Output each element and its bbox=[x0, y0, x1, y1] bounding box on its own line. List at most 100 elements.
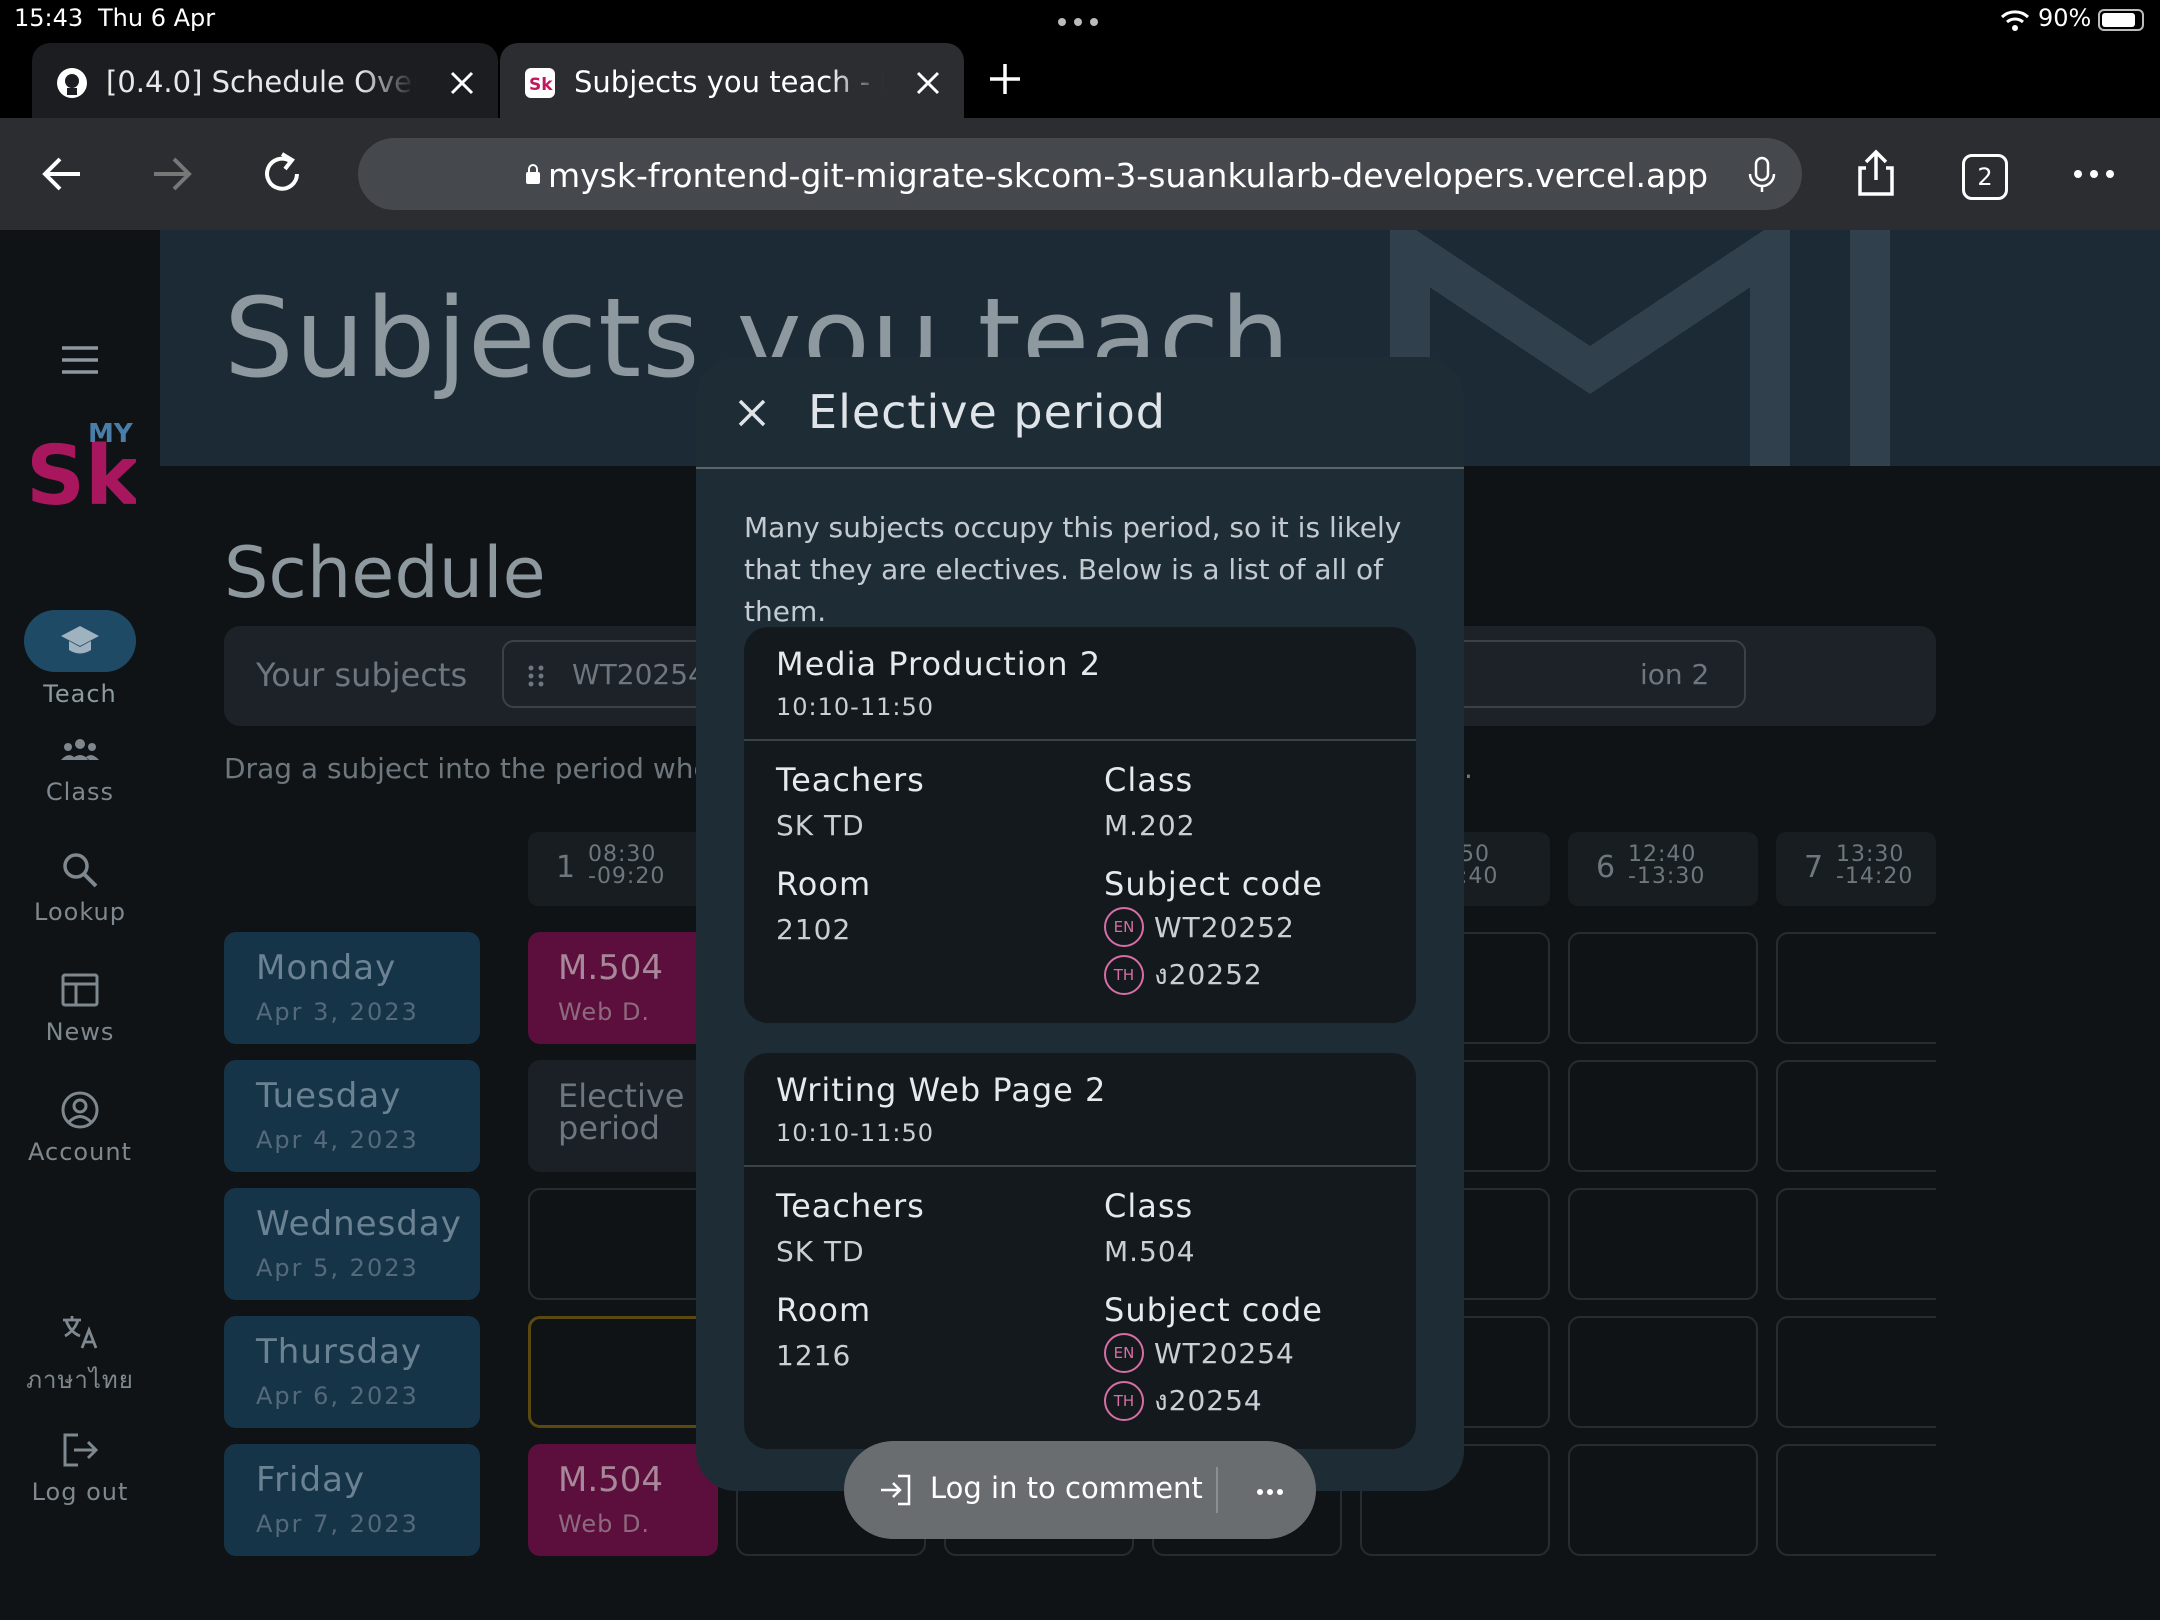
url-text: mysk-frontend-git-migrate-skcom-3-suanku… bbox=[548, 156, 1709, 195]
multitasking-dots-icon[interactable] bbox=[1058, 18, 1098, 26]
day-date: Apr 6, 2023 bbox=[256, 1382, 419, 1410]
search-icon bbox=[63, 853, 98, 888]
svg-text:Sk: Sk bbox=[529, 75, 553, 95]
dialog-header: Elective period bbox=[696, 357, 1464, 469]
helper-text-tail: . bbox=[1464, 752, 1473, 785]
groups-icon bbox=[61, 739, 99, 760]
tab-title: [0.4.0] Schedule Overhaul bbox=[106, 65, 416, 99]
period-header: 7 13:30 -14:20 bbox=[1776, 832, 1936, 906]
period-cell-empty[interactable] bbox=[1568, 1316, 1758, 1428]
rail-item-account[interactable]: Account bbox=[0, 1090, 160, 1166]
period-header: 1 08:30 -09:20 bbox=[528, 832, 718, 906]
rail-item-language[interactable]: ภาษาไทย bbox=[0, 1312, 160, 1399]
cell-subject: Web D. bbox=[558, 1510, 651, 1538]
class-label: Class bbox=[1104, 1187, 1194, 1225]
share-icon[interactable] bbox=[1850, 148, 1902, 200]
logout-icon bbox=[63, 1433, 99, 1467]
microphone-icon[interactable] bbox=[1740, 152, 1784, 196]
period-cell-current[interactable] bbox=[528, 1316, 718, 1428]
tab-count-button[interactable]: 2 bbox=[1962, 154, 2008, 200]
day-monday: Monday Apr 3, 2023 bbox=[224, 932, 480, 1044]
schedule-heading: Schedule bbox=[224, 532, 546, 614]
toolbar-separator bbox=[1216, 1467, 1218, 1513]
period-cell-empty[interactable] bbox=[1568, 932, 1758, 1044]
wifi-icon bbox=[2000, 10, 2030, 31]
status-bar: 15:43 Thu 6 Apr 90% bbox=[0, 0, 2160, 40]
status-date: Thu 6 Apr bbox=[98, 4, 216, 32]
room-label: Room bbox=[776, 865, 872, 903]
new-tab-plus-icon[interactable] bbox=[984, 58, 1026, 100]
elective-subject-card: Media Production 2 10:10-11:50 Teachers … bbox=[744, 627, 1416, 1023]
more-options-icon[interactable] bbox=[2068, 148, 2120, 200]
period-header: 6 12:40 -13:30 bbox=[1568, 832, 1758, 906]
more-options-icon[interactable] bbox=[1252, 1474, 1288, 1510]
subject-code-en: EN WT20252 bbox=[1104, 907, 1295, 947]
period-number: 1 bbox=[556, 850, 576, 885]
comment-toolbar: Log in to comment bbox=[844, 1441, 1316, 1539]
class-label: Class bbox=[1104, 761, 1194, 799]
teachers-value: SK TD bbox=[776, 809, 865, 842]
rail-item-lookup[interactable]: Lookup bbox=[0, 850, 160, 926]
menu-icon[interactable] bbox=[60, 340, 100, 380]
forward-arrow-icon[interactable] bbox=[146, 148, 198, 200]
subject-code-th: TH ง20252 bbox=[1104, 955, 1263, 995]
newspaper-icon bbox=[61, 973, 99, 1007]
period-cell-class[interactable]: M.504 Web D. bbox=[528, 932, 718, 1044]
status-time: 15:43 bbox=[14, 4, 84, 32]
account-icon bbox=[61, 1091, 99, 1129]
mysk-logo: Sk MY bbox=[26, 419, 136, 520]
translate-icon bbox=[63, 1316, 98, 1349]
room-value: 2102 bbox=[776, 913, 852, 946]
navigation-rail: Sk MY Teach Class Lookup News Account ภา… bbox=[0, 230, 160, 1620]
period-cell-empty[interactable] bbox=[528, 1188, 718, 1300]
close-tab-icon[interactable] bbox=[912, 67, 944, 99]
period-time: 08:30 -09:20 bbox=[588, 842, 666, 889]
period-cell-class[interactable]: M.504 Web D. bbox=[528, 1444, 718, 1556]
rail-item-teach[interactable]: Teach bbox=[0, 610, 160, 708]
code-en-value: WT20252 bbox=[1154, 910, 1295, 944]
period-cell-empty[interactable] bbox=[1568, 1188, 1758, 1300]
login-icon[interactable] bbox=[878, 1473, 912, 1507]
rail-item-logout[interactable]: Log out bbox=[0, 1430, 160, 1506]
rail-item-news[interactable]: News bbox=[0, 970, 160, 1046]
rail-label: News bbox=[45, 1018, 115, 1046]
teachers-value: SK TD bbox=[776, 1235, 865, 1268]
subjects-label: Your subjects bbox=[256, 656, 468, 694]
rail-item-class[interactable]: Class bbox=[0, 730, 160, 806]
day-name: Friday bbox=[256, 1460, 366, 1500]
period-cell-empty[interactable] bbox=[1568, 1060, 1758, 1172]
subject-chip-code: WT20254 bbox=[572, 658, 706, 691]
period-cell-elective[interactable]: Elective period bbox=[528, 1060, 718, 1172]
address-bar[interactable]: mysk-frontend-git-migrate-skcom-3-suanku… bbox=[358, 138, 1802, 210]
period-number: 7 bbox=[1804, 850, 1824, 885]
rail-label: Account bbox=[28, 1138, 132, 1166]
page-right-gutter bbox=[1936, 830, 2160, 1620]
period-time: 50:40 bbox=[1460, 842, 1499, 889]
reload-icon[interactable] bbox=[256, 148, 308, 200]
close-tab-icon[interactable] bbox=[446, 67, 478, 99]
close-icon[interactable] bbox=[732, 393, 772, 433]
elective-subject-card: Writing Web Page 2 10:10-11:50 Teachers … bbox=[744, 1053, 1416, 1449]
period-number: 6 bbox=[1596, 850, 1616, 885]
room-label: Room bbox=[776, 1291, 872, 1329]
back-arrow-icon[interactable] bbox=[36, 148, 88, 200]
teachers-label: Teachers bbox=[776, 761, 925, 799]
drag-handle-icon[interactable] bbox=[526, 664, 546, 688]
subject-name: Writing Web Page 2 bbox=[776, 1071, 1107, 1109]
subject-code-en: EN WT20254 bbox=[1104, 1333, 1295, 1373]
subject-code-th: TH ง20254 bbox=[1104, 1381, 1263, 1421]
period-cell-empty[interactable] bbox=[1568, 1444, 1758, 1556]
browser-tab[interactable]: [0.4.0] Schedule Overhaul bbox=[32, 43, 498, 118]
login-to-comment-button[interactable]: Log in to comment bbox=[930, 1471, 1203, 1505]
mysk-favicon: Sk bbox=[525, 68, 555, 98]
tab-title: Subjects you teach - MySK bbox=[574, 65, 884, 99]
card-divider bbox=[744, 1165, 1416, 1167]
rail-label: ภาษาไทย bbox=[26, 1366, 134, 1394]
browser-tab-active[interactable]: Sk Subjects you teach - MySK bbox=[500, 43, 964, 118]
day-wednesday: Wednesday Apr 5, 2023 bbox=[224, 1188, 480, 1300]
period-time: 13:30 -14:20 bbox=[1836, 842, 1914, 889]
cell-class: M.504 bbox=[558, 948, 664, 988]
subject-time: 10:10-11:50 bbox=[776, 693, 934, 721]
svg-text:MY: MY bbox=[88, 419, 134, 449]
elective-period-dialog: Elective period Many subjects occupy thi… bbox=[696, 357, 1464, 1491]
